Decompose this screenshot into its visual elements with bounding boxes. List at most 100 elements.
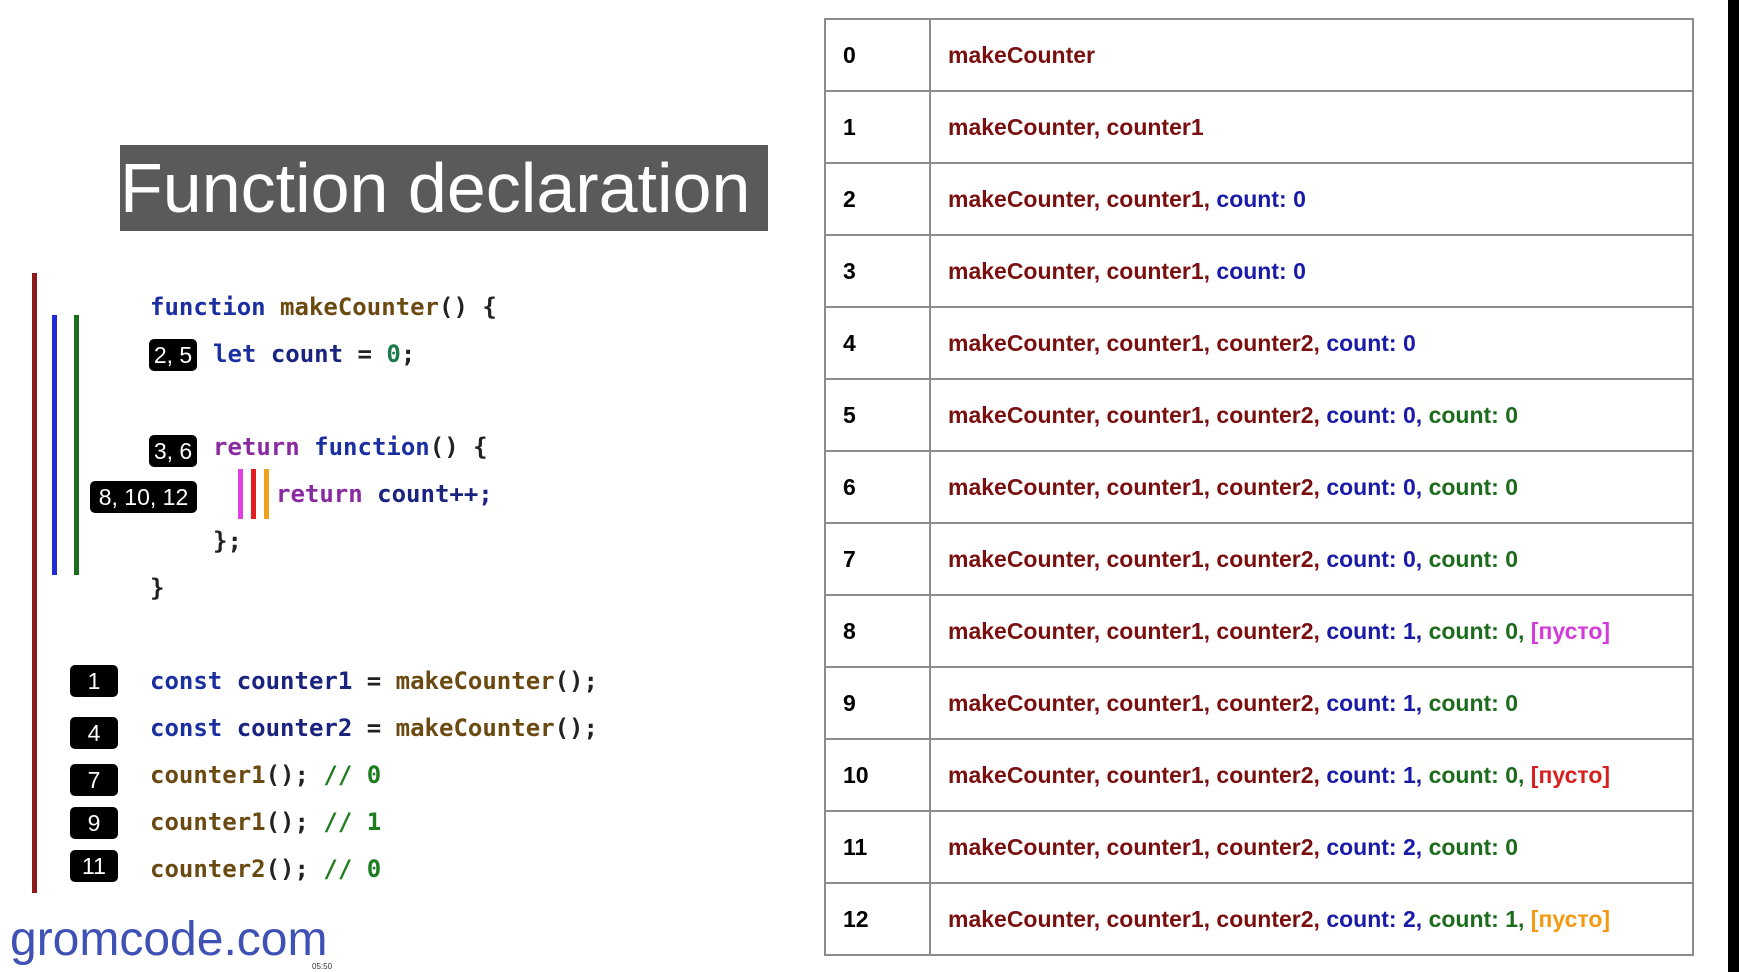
step-number: 8 — [824, 594, 931, 668]
table-row: 1 makeCounter, counter1 — [824, 90, 1694, 164]
table-row: 4 makeCounter, counter1, counter2, count:… — [824, 306, 1694, 380]
code-line-5: }; — [213, 527, 242, 555]
step-badge-11: 11 — [70, 850, 118, 882]
scope-value-part: , — [1415, 833, 1429, 860]
scope-value-part: count: 0 — [1216, 257, 1306, 284]
scope-value-part: [пусто] — [1530, 761, 1611, 788]
scope-value-part: count: 0 — [1428, 761, 1519, 788]
scope-value-part: count: 2 — [1326, 833, 1416, 860]
table-row: 7 makeCounter, counter1, counter2, count:… — [824, 522, 1694, 596]
step-badge-3-6: 3, 6 — [149, 435, 197, 467]
scope-value-part: , — [1313, 329, 1327, 356]
scope-values: makeCounter, counter1, counter2, count: … — [929, 306, 1694, 380]
code-function-call: counter2 — [150, 855, 266, 883]
code-keyword: function — [150, 293, 266, 321]
code-variable: counter1 — [236, 667, 353, 695]
code-punct: (); — [554, 714, 598, 742]
scope-value-part: , — [1313, 401, 1327, 428]
scope-value-part: count: 2 — [1326, 905, 1416, 932]
gromcode-logo[interactable]: gromcode.com — [10, 912, 327, 968]
step-badge-4: 4 — [70, 717, 118, 749]
scope-value-part: count: 1 — [1326, 761, 1416, 788]
scope-values: makeCounter, counter1 — [929, 90, 1694, 164]
code-keyword: const — [150, 714, 223, 742]
table-row: 0 makeCounter — [824, 18, 1694, 92]
code-comment: // 0 — [323, 761, 382, 789]
scope-value-part: makeCounter, counter1, counter2 — [948, 329, 1314, 356]
code-function-call: counter1 — [150, 761, 266, 789]
video-timestamp: 05:50 — [312, 962, 333, 971]
scope-value-part: , — [1313, 761, 1327, 788]
code-punct: () { — [429, 433, 488, 461]
inner-bar-red — [251, 469, 256, 519]
step-number: 11 — [824, 810, 931, 884]
code-punct: (); — [554, 667, 598, 695]
code-keyword: let — [213, 340, 257, 368]
code-operator: = — [352, 714, 396, 742]
code-comment: // 0 — [323, 855, 382, 883]
scope-value-part: makeCounter, counter1, counter2 — [948, 401, 1314, 428]
code-number: 0 — [386, 340, 401, 368]
right-edge-border — [1728, 0, 1739, 972]
scope-value-part: makeCounter — [948, 41, 1095, 68]
code-function-call: counter1 — [150, 808, 266, 836]
step-number: 9 — [824, 666, 931, 740]
slide-title: Function declaration — [120, 145, 768, 231]
step-badge-2-5: 2, 5 — [149, 339, 197, 371]
code-line-10: counter1(); // 1 — [150, 807, 381, 837]
table-row: 8 makeCounter, counter1, counter2, count:… — [824, 594, 1694, 668]
scope-value-part: , — [1313, 833, 1327, 860]
code-function-call: makeCounter — [395, 714, 555, 742]
outer-scope-bar — [32, 273, 37, 893]
scope-value-part: count: 0 — [1326, 401, 1416, 428]
slide: Function declaration function makeCounte… — [0, 0, 1739, 972]
code-line-1: function makeCounter() { — [150, 292, 497, 322]
inner-bar-magenta — [238, 469, 243, 519]
code-function-name: makeCounter — [280, 293, 439, 321]
scope-value-part: makeCounter, counter1, counter2 — [948, 473, 1314, 500]
scope-value-part: , — [1415, 689, 1429, 716]
scope-value-part: , — [1415, 401, 1429, 428]
step-badge-9: 9 — [70, 807, 118, 839]
code-punct: (); — [265, 855, 309, 883]
table-row: 2 makeCounter, counter1, count: 0 — [824, 162, 1694, 236]
scope-value-part: , — [1518, 617, 1531, 644]
code-variable: counter2 — [236, 714, 353, 742]
scope-values: makeCounter — [929, 18, 1694, 92]
scope-values: makeCounter, counter1, counter2, count: … — [929, 594, 1694, 668]
scope-value-part: count: 0 — [1428, 617, 1519, 644]
table-row: 10 makeCounter, counter1, counter2, count… — [824, 738, 1694, 812]
scope-value-part: , — [1518, 761, 1531, 788]
scope-value-part: makeCounter, counter1, counter2 — [948, 545, 1314, 572]
code-variable: count — [270, 340, 344, 368]
code-line-4: return count++; — [276, 479, 493, 509]
steps-table-body: 0 makeCounter 1 makeCounter, counter1 2 makeC… — [824, 18, 1694, 956]
scope-value-part: count: 1 — [1326, 689, 1416, 716]
scope-value-part: makeCounter, counter1, counter2 — [948, 689, 1314, 716]
code-keyword-return: return — [213, 433, 300, 461]
scope-value-part: , — [1415, 545, 1429, 572]
scope-value-part: makeCounter, counter1 — [948, 113, 1204, 140]
scope-value-part: makeCounter, counter1 — [948, 185, 1204, 212]
step-number: 0 — [824, 18, 931, 92]
scope-value-part: count: 0 — [1326, 329, 1416, 356]
step-number: 5 — [824, 378, 931, 452]
code-line-11: counter2(); // 0 — [150, 854, 381, 884]
table-row: 5 makeCounter, counter1, counter2, count:… — [824, 378, 1694, 452]
scope-value-part: [пусто] — [1530, 617, 1611, 644]
code-keyword: function — [314, 433, 430, 461]
scope-values: makeCounter, counter1, counter2, count: … — [929, 450, 1694, 524]
scope-value-part: count: 0 — [1428, 545, 1519, 572]
scope-value-part: count: 0 — [1428, 833, 1519, 860]
table-row: 11 makeCounter, counter1, counter2, count… — [824, 810, 1694, 884]
step-badge-8-10-12: 8, 10, 12 — [90, 481, 197, 513]
scope-value-part: count: 0 — [1428, 473, 1519, 500]
code-punct: ; — [400, 340, 416, 368]
step-number: 12 — [824, 882, 931, 956]
code-line-3: return function() { — [213, 432, 488, 462]
scope-value-part: makeCounter, counter1, counter2 — [948, 833, 1314, 860]
scope-value-part: , — [1518, 905, 1531, 932]
scope-values: makeCounter, counter1, counter2, count: … — [929, 882, 1694, 956]
code-punct: (); — [265, 808, 309, 836]
scope-value-part: , — [1415, 617, 1429, 644]
